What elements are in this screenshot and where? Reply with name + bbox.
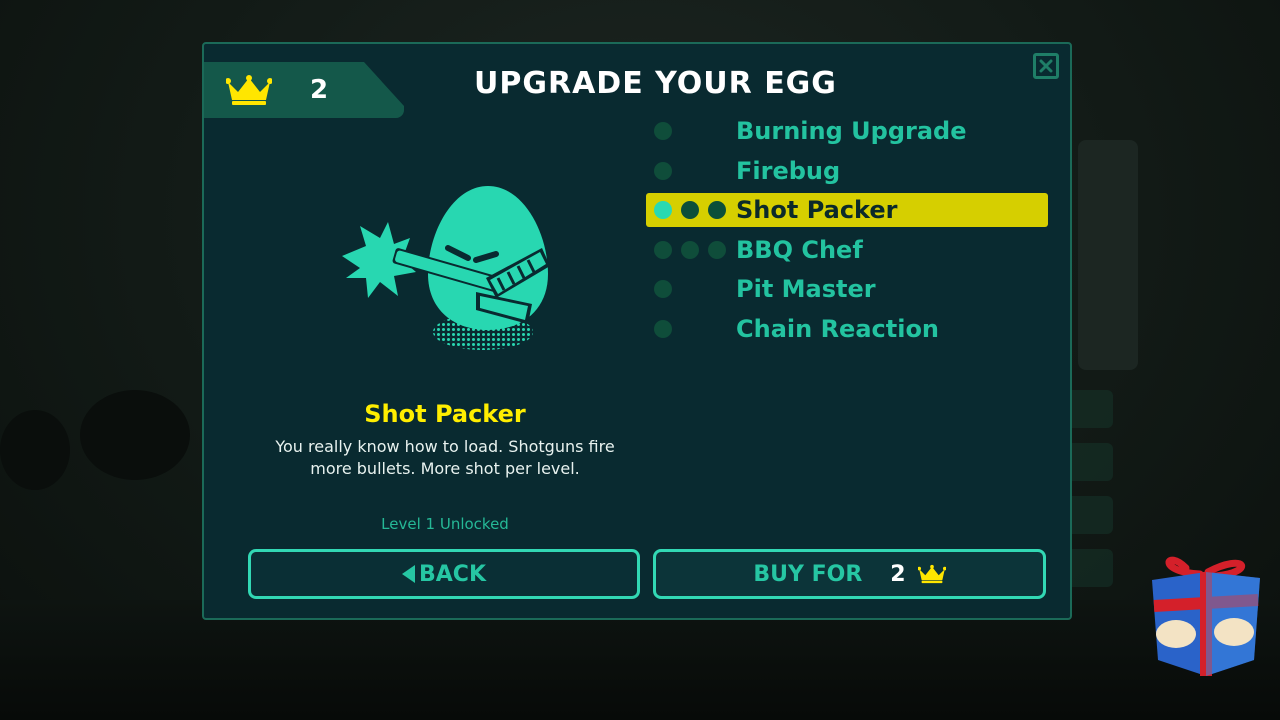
crown-icon — [917, 564, 946, 584]
background-tree — [80, 390, 190, 480]
crown-count: 2 — [310, 75, 329, 105]
background-tree — [0, 410, 70, 490]
back-button-label: BACK — [419, 561, 486, 587]
level-pip — [681, 240, 699, 259]
level-pips — [654, 319, 672, 338]
upgrade-item-bbq-chef[interactable]: BBQ Chef — [646, 233, 1048, 267]
upgrade-label: Shot Packer — [736, 196, 898, 224]
upgrade-label: BBQ Chef — [736, 235, 863, 264]
buy-button-label: BUY FOR — [753, 561, 863, 587]
level-pips — [654, 280, 672, 298]
level-pip — [654, 240, 672, 259]
upgrade-label: Firebug — [736, 156, 841, 185]
level-pip — [654, 122, 672, 140]
back-button[interactable]: BACK — [248, 549, 640, 599]
upgrade-label: Pit Master — [736, 275, 876, 303]
close-icon — [1039, 59, 1053, 73]
upgrade-item-firebug[interactable]: Firebug — [646, 154, 1048, 188]
back-arrow-icon — [402, 565, 415, 583]
close-button[interactable] — [1033, 53, 1059, 79]
gift-box-icon[interactable] — [1146, 548, 1266, 678]
upgrade-item-pit-master[interactable]: Pit Master — [646, 272, 1048, 306]
level-pips — [654, 161, 672, 180]
upgrade-label: Chain Reaction — [736, 314, 940, 343]
crown-balance: 2 — [204, 62, 404, 118]
selected-upgrade-description: You really know how to load. Shotguns fi… — [275, 437, 615, 478]
upgrade-list: Burning Upgrade Firebug Shot Packer BBQ … — [646, 114, 1048, 351]
buy-button[interactable]: BUY FOR 2 — [653, 549, 1046, 599]
upgrade-item-shot-packer[interactable]: Shot Packer — [646, 193, 1048, 227]
level-pips — [654, 122, 672, 140]
upgrade-label: Burning Upgrade — [736, 117, 967, 145]
level-pips — [654, 201, 726, 219]
egg-shotgun-icon — [342, 186, 550, 350]
buy-price: 2 — [890, 561, 906, 587]
level-pip — [654, 161, 672, 180]
level-pip — [654, 319, 672, 338]
level-pip — [654, 280, 672, 298]
dialog-title: UPGRADE YOUR EGG — [474, 66, 837, 101]
level-status: Level 1 Unlocked — [381, 515, 509, 533]
upgrade-item-chain-reaction[interactable]: Chain Reaction — [646, 312, 1048, 346]
upgrade-dialog: 2 UPGRADE YOUR EGG Shot Packer You reall… — [202, 42, 1072, 620]
level-pip — [708, 201, 726, 219]
level-pips — [654, 240, 726, 259]
crown-icon — [226, 75, 272, 105]
selected-upgrade-name: Shot Packer — [364, 400, 526, 428]
level-pip — [681, 201, 699, 219]
upgrade-item-burning-upgrade[interactable]: Burning Upgrade — [646, 114, 1048, 148]
level-pip — [708, 240, 726, 259]
background-title-art — [1078, 140, 1138, 370]
level-pip-filled — [654, 201, 672, 219]
